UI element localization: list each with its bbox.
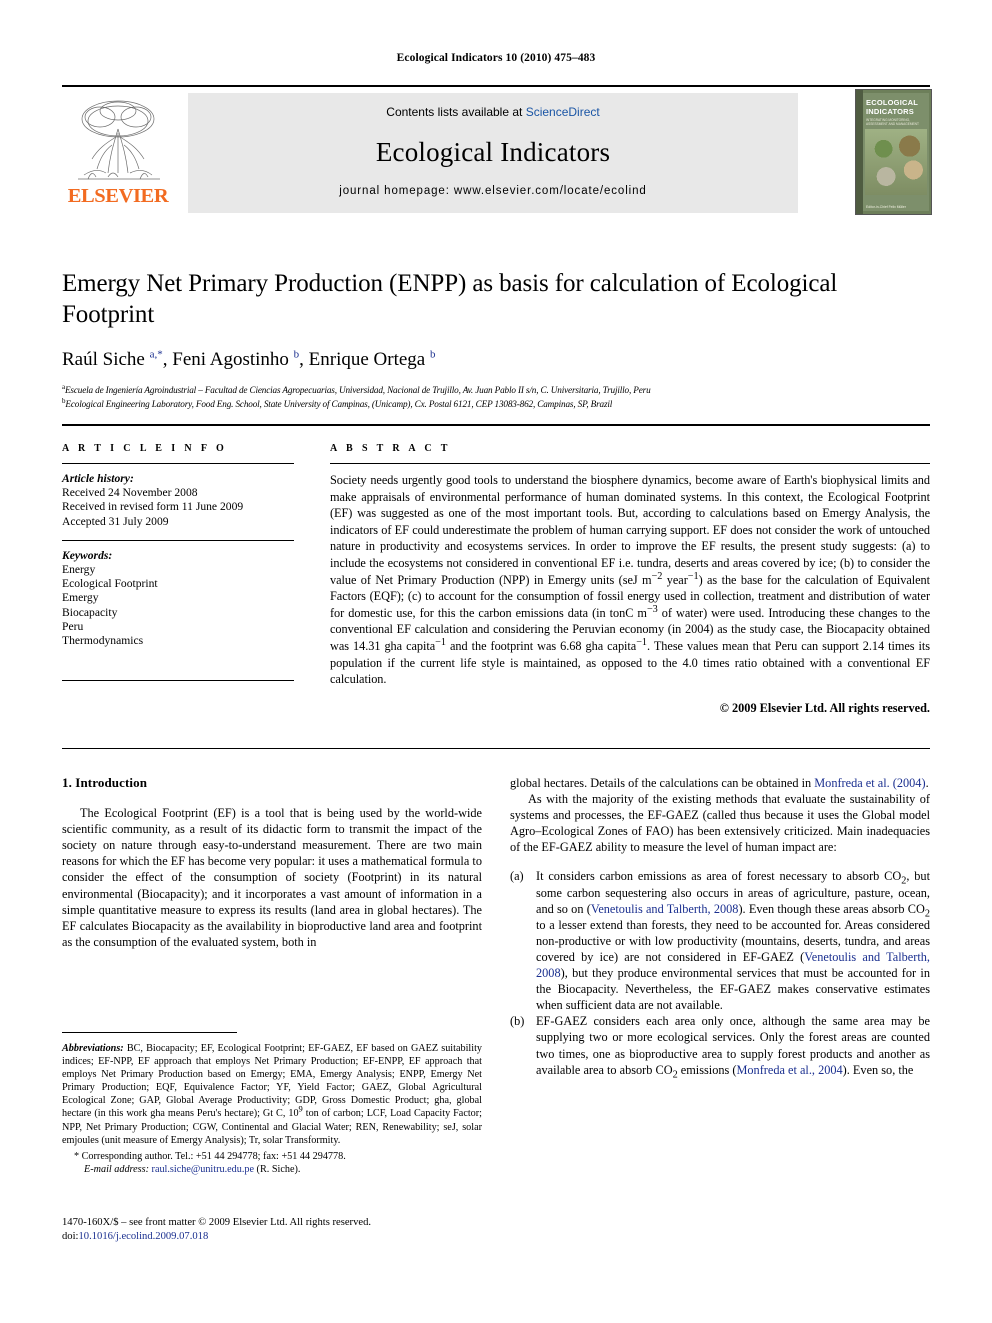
abstract-sup-1: −2 [651, 570, 663, 582]
list-marker-a: (a) [510, 869, 524, 884]
title-block: Emergy Net Primary Production (ENPP) as … [62, 268, 862, 410]
footnotes-block: Abbreviations: BC, Biocapacity; EF, Ecol… [62, 1042, 482, 1176]
elsevier-wordmark: ELSEVIER [67, 185, 169, 207]
article-page: Ecological Indicators 10 (2010) 475–483 [0, 0, 992, 1323]
abstract-bottom-rule [62, 748, 930, 749]
keywords-block: Keywords: Energy Ecological Footprint Em… [62, 549, 294, 648]
keywords-divider [62, 539, 294, 541]
abstract-seg-1: Society needs urgently good tools to und… [330, 473, 930, 587]
info-top-rule [62, 424, 930, 426]
abstract-sup-2: −1 [687, 570, 699, 582]
citation-monfreda-2004-b[interactable]: Monfreda et al., 2004 [736, 1063, 842, 1077]
elsevier-tree-icon [78, 100, 160, 180]
abstract-sup-3: −3 [646, 603, 658, 615]
abstract-seg-5: and the footprint was 6.68 gha capita [445, 638, 637, 653]
journal-masthead: ELSEVIER Contents lists available at Sci… [62, 85, 932, 220]
abstract-text: Society needs urgently good tools to und… [330, 472, 930, 688]
journal-cover-thumbnail[interactable]: ECOLOGICAL INDICATORS INTEGRATING MONITO… [855, 89, 932, 215]
cover-spine [856, 90, 863, 214]
item-b-seg2: emissions ( [677, 1062, 737, 1077]
abstract-sup-5: −1 [636, 636, 648, 648]
body-column-right: global hectares. Details of the calculat… [510, 775, 930, 1080]
cover-title: ECOLOGICAL INDICATORS [866, 98, 918, 116]
history-item: Accepted 31 July 2009 [62, 514, 169, 528]
article-history: Article history: Received 24 November 20… [62, 472, 294, 529]
keywords-label: Keywords: [62, 548, 113, 562]
item-a-seg3: ). Even though these areas absorb CO [738, 901, 925, 916]
intro-paragraph-1: The Ecological Footprint (EF) is a tool … [62, 806, 482, 949]
footnote-rule [62, 1032, 237, 1033]
history-item: Received in revised form 11 June 2009 [62, 500, 244, 514]
contents-prefix: Contents lists available at [386, 105, 526, 119]
item-b-seg3: ). Even so, the [842, 1062, 914, 1077]
author-list: Raúl Siche a,*, Feni Agostinho b, Enriqu… [62, 348, 436, 370]
doi-label: doi: [62, 1231, 79, 1242]
abstract-column: A B S T R A C T Society needs urgently g… [330, 443, 930, 716]
abstract-seg-2: year [662, 572, 688, 587]
doi-link[interactable]: 10.1016/j.ecolind.2009.07.018 [78, 1231, 208, 1242]
right-p1-end: . [925, 776, 929, 790]
keyword-item: Ecological Footprint [62, 577, 158, 591]
section-heading-introduction: 1. Introduction [62, 775, 148, 790]
masthead-top-rule [62, 85, 930, 87]
article-info-divider [62, 463, 294, 464]
email-suffix: (R. Siche). [254, 1163, 301, 1175]
sciencedirect-link[interactable]: ScienceDirect [526, 105, 600, 119]
abbreviations-note: Abbreviations: BC, Biocapacity; EF, Ecol… [62, 1042, 482, 1147]
running-head: Ecological Indicators 10 (2010) 475–483 [396, 52, 596, 64]
list-item-b-text: EF-GAEZ considers each area only once, a… [536, 1013, 930, 1079]
keyword-item: Thermodynamics [62, 634, 144, 648]
list-marker-b: (b) [510, 1014, 525, 1029]
cover-subtitle: INTEGRATING MONITORING, ASSESSMENT AND M… [866, 118, 919, 127]
list-item: (a) It considers carbon emissions as are… [510, 868, 930, 1013]
keyword-item: Energy [62, 563, 96, 577]
article-info-column: A R T I C L E I N F O Article history: R… [62, 443, 294, 648]
imprint-line: 1470-160X/$ – see front matter © 2009 El… [62, 1217, 372, 1228]
list-item-a-text: It considers carbon emissions as area of… [536, 868, 930, 1013]
citation-venetoulis-talberth-2008[interactable]: Venetoulis and Talberth, 2008 [591, 902, 739, 916]
doi-line: doi:10.1016/j.ecolind.2009.07.018 [62, 1230, 522, 1244]
cover-footer: Editor-in-Chief Felix Müller [866, 205, 906, 209]
item-a-seg5: ), but they produce environmental servic… [536, 966, 930, 1013]
abstract-copyright: © 2009 Elsevier Ltd. All rights reserved… [719, 700, 930, 715]
list-item: (b) EF-GAEZ considers each area only onc… [510, 1013, 930, 1079]
article-history-label: Article history: [62, 472, 134, 485]
affiliation-a-text: Escuela de Ingeniería Agroindustrial – F… [64, 385, 651, 395]
email-link[interactable]: raul.siche@unitru.edu.pe [152, 1164, 254, 1175]
email-label: E-mail address: [84, 1163, 149, 1175]
journal-title: Ecological Indicators [375, 137, 611, 167]
article-info-heading: A R T I C L E I N F O [62, 443, 228, 454]
abbreviations-label: Abbreviations: [62, 1043, 124, 1054]
keyword-item: Biocapacity [62, 605, 118, 619]
article-info-bottom-rule [62, 680, 294, 681]
cover-photo [865, 129, 927, 195]
imprint-block: 1470-160X/$ – see front matter © 2009 El… [62, 1216, 522, 1244]
history-item: Received 24 November 2008 [62, 486, 198, 500]
elsevier-logo: ELSEVIER [64, 93, 172, 213]
email-note: E-mail address: raul.siche@unitru.edu.pe… [84, 1163, 482, 1176]
intro-paragraph-2: As with the majority of the existing met… [510, 792, 930, 855]
body-column-left: 1. Introduction The Ecological Footprint… [62, 775, 482, 950]
right-p1-text: global hectares. Details of the calculat… [510, 776, 815, 790]
keyword-item: Peru [62, 619, 84, 633]
item-a-seg1: It considers carbon emissions as area of… [536, 869, 902, 884]
abstract-sup-4: −1 [435, 636, 446, 648]
affiliation-a: aEscuela de Ingeniería Agroindustrial – … [62, 382, 651, 395]
corresponding-author-note: * Corresponding author. Tel.: +51 44 294… [74, 1150, 346, 1162]
contents-list-line: Contents lists available at ScienceDirec… [188, 105, 798, 119]
journal-homepage[interactable]: journal homepage: www.elsevier.com/locat… [188, 185, 798, 197]
affiliation-b: bEcological Engineering Laboratory, Food… [62, 396, 613, 409]
intro-paragraph-continued: global hectares. Details of the calculat… [510, 775, 930, 791]
page-title: Emergy Net Primary Production (ENPP) as … [62, 270, 838, 328]
abstract-heading: A B S T R A C T [330, 443, 451, 454]
affiliation-b-text: Ecological Engineering Laboratory, Food … [65, 398, 613, 409]
citation-monfreda-2004[interactable]: Monfreda et al. (2004) [814, 776, 925, 790]
abstract-divider [330, 463, 930, 464]
keyword-item: Emergy [62, 591, 99, 605]
masthead-band: Contents lists available at ScienceDirec… [188, 93, 798, 213]
